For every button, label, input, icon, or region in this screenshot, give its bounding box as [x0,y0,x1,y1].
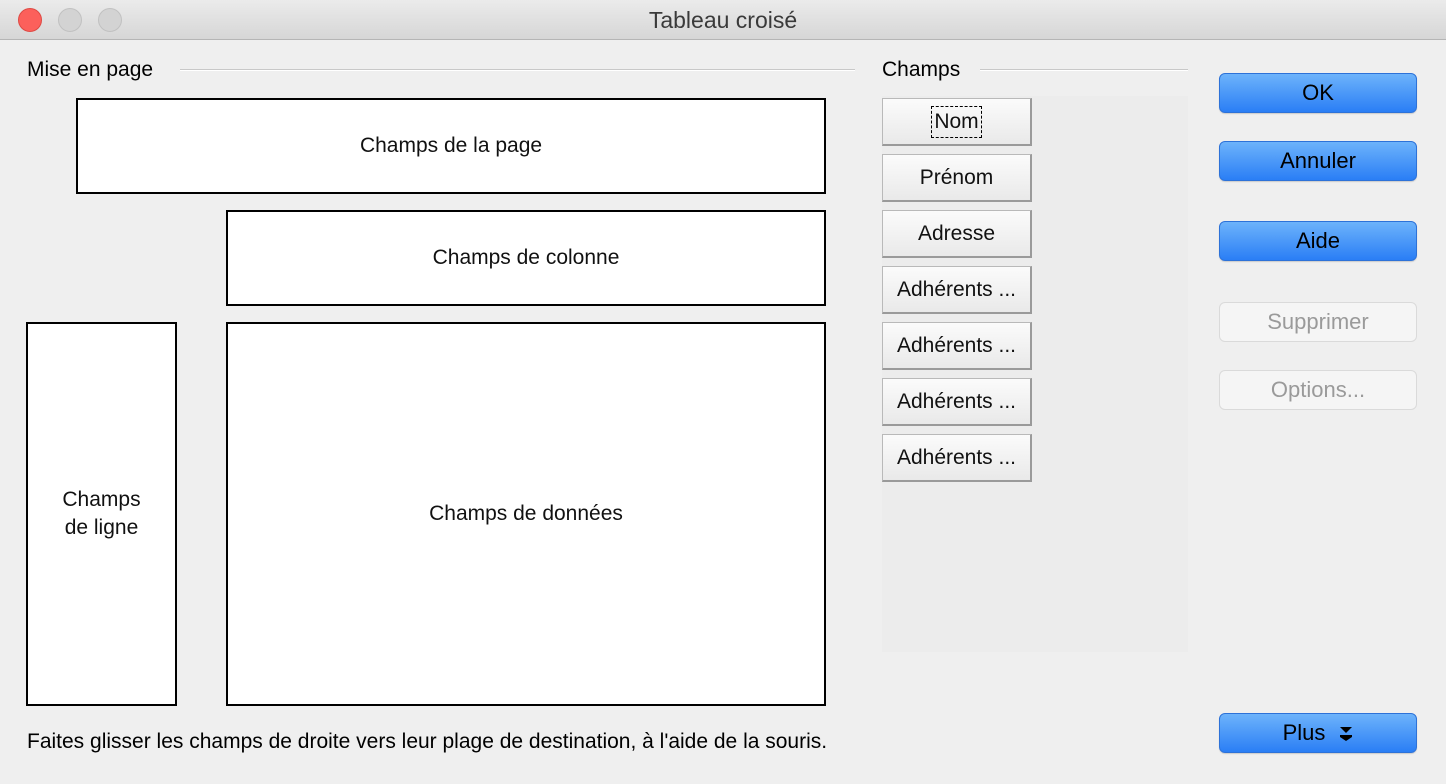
more-button[interactable]: Plus [1219,713,1417,753]
cancel-button-label: Annuler [1280,148,1356,173]
help-button[interactable]: Aide [1219,221,1417,261]
fields-section-label: Champs [882,58,969,82]
layout-section-label: Mise en page [27,58,162,82]
layout-section-divider [180,69,855,71]
data-fields-drop-zone[interactable]: Champs de données [226,322,826,706]
window-title: Tableau croisé [648,7,798,33]
delete-button-label: Supprimer [1267,309,1369,334]
options-button[interactable]: Options... [1219,370,1417,410]
ok-button-label: OK [1302,80,1334,105]
pivot-table-dialog: Tableau croisé Mise en page Champs Champ… [0,0,1446,784]
page-fields-drop-zone[interactable]: Champs de la page [76,98,826,194]
field-button-prenom[interactable]: Prénom [882,154,1032,202]
row-fields-drop-zone[interactable]: Champs de ligne [26,322,177,706]
data-fields-label: Champs de données [429,502,623,525]
instruction-text: Faites glisser les champs de droite vers… [27,730,828,753]
field-button-label: Adhérents ... [896,277,1017,301]
row-fields-label: Champs de ligne [62,486,140,542]
page-fields-label: Champs de la page [359,134,543,157]
field-button-adherents-2[interactable]: Adhérents ... [882,322,1032,370]
field-button-label: Adhérents ... [896,445,1017,469]
field-button-label: Nom [931,105,982,138]
column-fields-label: Champs de colonne [432,246,620,269]
ok-button[interactable]: OK [1219,73,1417,113]
column-fields-drop-zone[interactable]: Champs de colonne [226,210,826,306]
title-bar[interactable]: Tableau croisé [0,0,1446,40]
double-chevron-down-icon [1339,724,1353,742]
help-button-label: Aide [1295,228,1341,253]
fields-section-divider [980,69,1188,71]
field-button-label: Adhérents ... [896,389,1017,413]
row-fields-label-line1: Champs [62,488,141,511]
field-button-adherents-4[interactable]: Adhérents ... [882,434,1032,482]
field-button-adherents-3[interactable]: Adhérents ... [882,378,1032,426]
field-button-adherents-1[interactable]: Adhérents ... [882,266,1032,314]
options-button-label: Options... [1270,377,1366,402]
row-fields-label-line2: de ligne [64,516,139,539]
field-button-label: Adresse [917,221,996,245]
field-button-nom[interactable]: Nom [882,98,1032,146]
delete-button[interactable]: Supprimer [1219,302,1417,342]
cancel-button[interactable]: Annuler [1219,141,1417,181]
more-button-label: Plus [1282,720,1326,745]
field-button-label: Adhérents ... [896,333,1017,357]
field-button-adresse[interactable]: Adresse [882,210,1032,258]
field-button-label: Prénom [919,165,994,189]
